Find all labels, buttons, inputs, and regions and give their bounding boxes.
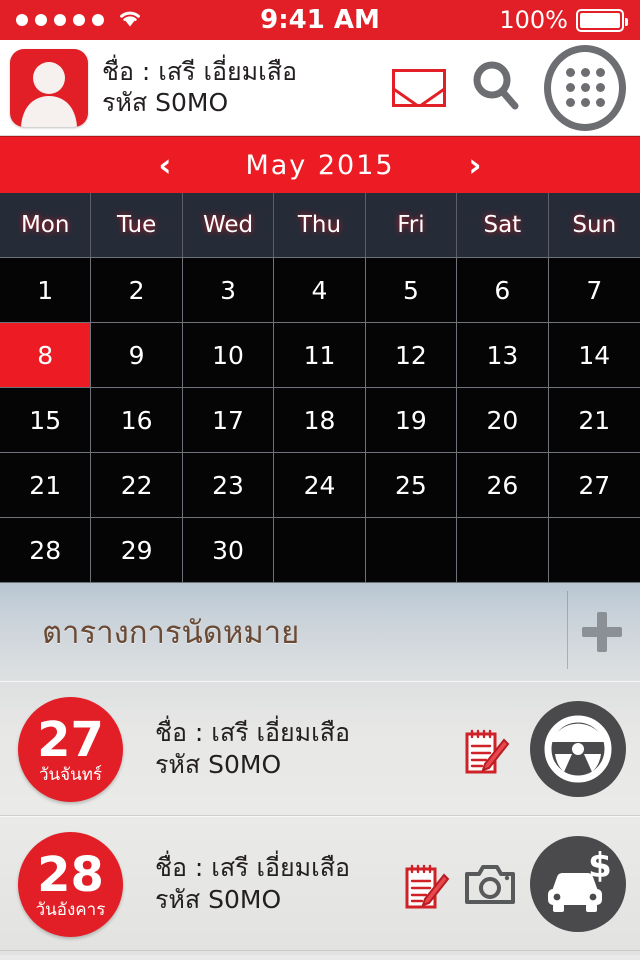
badge-day-number: 27 [37, 712, 104, 769]
avatar[interactable] [10, 48, 88, 127]
calendar-day-17[interactable]: 17 [182, 388, 275, 453]
calendar-day-11[interactable]: 11 [274, 323, 366, 388]
appointment-header: ตารางการนัดหมาย [0, 583, 640, 681]
appointment-info: ชื่อ : เสรี เอี่ยมเสือ รหัส S0MO [155, 717, 464, 782]
weekday-mon: Mon [0, 193, 92, 257]
weekday-thu: Thu [274, 193, 366, 257]
calendar-day-27[interactable]: 27 [548, 453, 640, 518]
calendar-day-19[interactable]: 19 [365, 388, 458, 453]
weekday-sat: Sat [457, 193, 549, 257]
date-badge: 27 วันจันทร์ [18, 696, 123, 802]
envelope-icon[interactable] [392, 68, 446, 107]
calendar-day-30[interactable]: 30 [182, 518, 275, 583]
calendar-day-13[interactable]: 13 [457, 323, 549, 388]
car-dollar-icon[interactable]: $ [530, 836, 626, 932]
grid-menu-icon[interactable] [544, 44, 626, 131]
weekday-fri: Fri [366, 193, 458, 257]
divider [567, 591, 568, 669]
battery-percent: 100% [499, 6, 568, 34]
calendar-day-3[interactable]: 3 [182, 258, 275, 323]
badge-day-name: วันอังคาร [35, 900, 106, 921]
list-item[interactable]: 27 วันจันทร์ ชื่อ : เสรี เอี่ยมเสือ รหัส… [0, 681, 640, 816]
appointment-actions [464, 701, 626, 797]
header-actions [392, 44, 626, 131]
camera-icon[interactable] [464, 862, 515, 914]
calendar-day-4[interactable]: 4 [274, 258, 366, 323]
status-bar: 9:41 AM 100% [0, 0, 640, 40]
month-label: May 2015 [245, 149, 395, 181]
grid-dots [565, 68, 605, 107]
calendar-cell-empty [365, 518, 458, 583]
calendar-day-6[interactable]: 6 [457, 258, 549, 323]
appointment-code: รหัส S0MO [155, 885, 282, 914]
calendar-day-7[interactable]: 7 [548, 258, 640, 323]
calendar-day-21[interactable]: 21 [0, 453, 92, 518]
calendar-day-23[interactable]: 23 [182, 453, 275, 518]
list-item[interactable]: 28 วันอังคาร ชื่อ : เสรี เอี่ยมเสือ รหัส… [0, 816, 640, 951]
badge-day-number: 28 [37, 847, 104, 904]
plus-icon[interactable] [582, 612, 622, 652]
battery-full-icon [576, 8, 628, 32]
weekday-tue: Tue [91, 193, 183, 257]
calendar-day-8[interactable]: 8 [0, 323, 92, 388]
calendar-day-5[interactable]: 5 [365, 258, 458, 323]
wifi-icon [117, 8, 143, 32]
calendar-day-29[interactable]: 29 [91, 518, 183, 583]
appointment-panel: ตารางการนัดหมาย 27 วันจันทร์ ชื่อ : เสรี… [0, 583, 640, 955]
profile-header: ชื่อ : เสรี เอี่ยมเสือ รหัส S0MO [0, 40, 640, 136]
prev-month-button[interactable]: ‹ [130, 137, 200, 193]
appointment-name: ชื่อ : เสรี เอี่ยมเสือ [155, 852, 350, 882]
calendar-grid: 1 2 3 4 5 6 7 8 9 10 11 12 13 14 15 16 17 18 19 20 21 21 22 23 2… [0, 257, 640, 583]
profile-text: ชื่อ : เสรี เอี่ยมเสือ รหัส S0MO [102, 57, 392, 118]
appointment-actions: $ [404, 836, 626, 932]
calendar-day-26[interactable]: 26 [457, 453, 549, 518]
calendar-cell-empty [457, 518, 549, 583]
calendar-cell-empty [274, 518, 366, 583]
calendar-day-1[interactable]: 1 [0, 258, 92, 323]
next-month-button[interactable]: › [440, 137, 510, 193]
calendar-day-2[interactable]: 2 [91, 258, 183, 323]
calendar-day-18[interactable]: 18 [274, 388, 366, 453]
svg-text:$: $ [588, 847, 612, 886]
profile-code: รหัส S0MO [102, 87, 229, 117]
calendar-month-bar: ‹ May 2015 › [0, 136, 640, 193]
calendar-day-16[interactable]: 16 [91, 388, 183, 453]
calendar-day-14[interactable]: 14 [548, 323, 640, 388]
calendar-day-21[interactable]: 21 [548, 388, 640, 453]
calendar-day-12[interactable]: 12 [365, 323, 458, 388]
calendar-day-25[interactable]: 25 [365, 453, 458, 518]
signal-dots-icon [16, 14, 104, 26]
weekday-wed: Wed [183, 193, 275, 257]
note-edit-icon[interactable] [464, 727, 510, 779]
calendar-day-20[interactable]: 20 [457, 388, 549, 453]
app-screen: 9:41 AM 100% ชื่อ : เสรี เอี่ยมเสือ รหัส… [0, 0, 640, 960]
search-icon[interactable] [468, 58, 522, 118]
date-badge: 28 วันอังคาร [18, 831, 123, 937]
appointment-section-title: ตารางการนัดหมาย [42, 615, 300, 651]
note-edit-icon[interactable] [404, 862, 450, 914]
calendar-day-9[interactable]: 9 [91, 323, 183, 388]
appointment-code: รหัส S0MO [155, 750, 282, 779]
appointment-info: ชื่อ : เสรี เอี่ยมเสือ รหัส S0MO [155, 852, 404, 917]
calendar-day-28[interactable]: 28 [0, 518, 92, 583]
calendar-day-24[interactable]: 24 [274, 453, 366, 518]
profile-name: ชื่อ : เสรี เอี่ยมเสือ [102, 57, 297, 86]
status-left [16, 8, 143, 32]
calendar-cell-empty [548, 518, 640, 583]
status-right: 100% [499, 6, 628, 34]
calendar-day-15[interactable]: 15 [0, 388, 92, 453]
calendar-day-10[interactable]: 10 [182, 323, 275, 388]
steering-wheel-icon[interactable] [530, 701, 626, 797]
calendar-day-22[interactable]: 22 [91, 453, 183, 518]
weekday-sun: Sun [572, 212, 617, 238]
appointment-name: ชื่อ : เสรี เอี่ยมเสือ [155, 717, 350, 747]
badge-day-name: วันจันทร์ [38, 765, 103, 786]
weekday-header: Mon Tue Wed Thu Fri Sat Sun [0, 193, 640, 257]
